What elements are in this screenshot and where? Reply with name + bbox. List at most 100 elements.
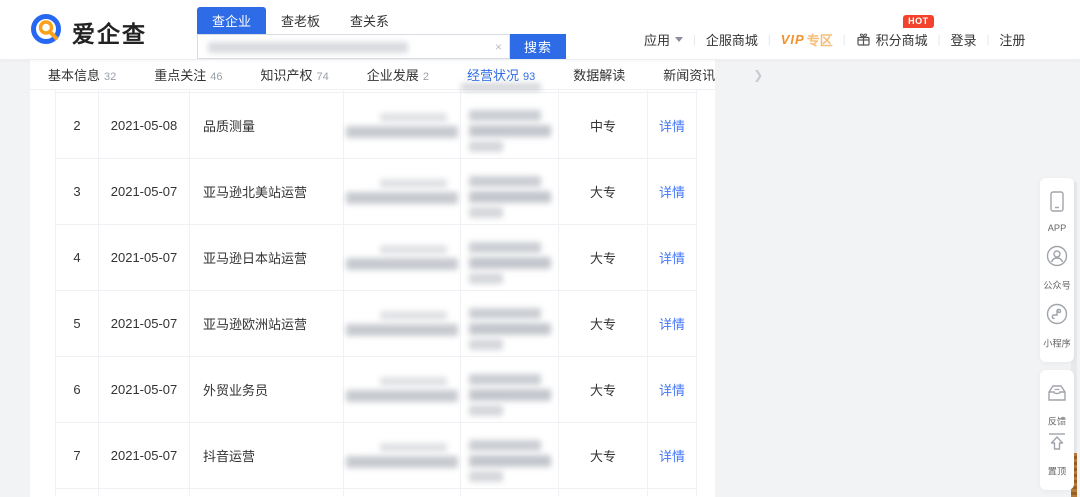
cell-redacted-salary — [343, 291, 460, 356]
search-input[interactable]: × — [197, 34, 510, 59]
cell-education: 大专 — [558, 159, 647, 224]
cell-redacted-info — [460, 423, 558, 488]
cell-redacted-salary — [343, 357, 460, 422]
redacted-search-text — [208, 42, 408, 53]
search-tab-boss[interactable]: 查老板 — [266, 7, 335, 34]
user-circle-icon — [1045, 244, 1069, 273]
cell-job-title: 亚马逊北美站运营 — [189, 159, 343, 224]
tab-company-development[interactable]: 企业发展 2 — [367, 65, 429, 84]
cell-index: 4 — [55, 225, 98, 290]
cell-index: 2 — [55, 93, 98, 158]
nav-login[interactable]: 登录 — [950, 30, 976, 49]
nav-separator: | — [693, 33, 696, 46]
hot-badge: HOT — [903, 15, 934, 28]
nav-points-mall[interactable]: 积分商城 HOT — [856, 15, 934, 49]
cell-job-title: 抖音运营 — [189, 423, 343, 488]
tab-key-focus[interactable]: 重点关注 46 — [154, 65, 222, 84]
sidebar-item-mini-program[interactable]: 小程序 — [1042, 302, 1072, 350]
table-row: 2 2021-05-08 品质测量 中专 详情 — [55, 93, 697, 159]
detail-link[interactable]: 详情 — [659, 314, 685, 333]
cell-job-title: 亚马逊欧洲站运营 — [189, 291, 343, 356]
phone-icon — [1046, 190, 1068, 219]
nav-separator: | — [986, 33, 990, 46]
search-button[interactable]: 搜索 — [510, 34, 566, 59]
nav-separator: | — [767, 33, 771, 46]
cell-redacted-info — [460, 357, 558, 422]
chevron-right-icon[interactable]: ❯ — [753, 68, 763, 82]
table-row: 4 2021-05-07 亚马逊日本站运营 大专 详情 — [55, 225, 697, 291]
gift-icon — [856, 32, 871, 47]
cell-index: 6 — [55, 357, 98, 422]
tab-data-interpretation[interactable]: 数据解读 — [573, 65, 625, 84]
cell-redacted-info — [460, 225, 558, 290]
cell-date: 2021-05-07 — [98, 357, 189, 422]
brand-name: 爱企查 — [72, 20, 147, 47]
floating-toolbar-bottom: 反馈 置顶 — [1040, 370, 1074, 490]
redacted-text — [461, 83, 541, 91]
cell-redacted-info — [460, 291, 558, 356]
sidebar-item-official-account[interactable]: 公众号 — [1042, 244, 1072, 292]
top-header: 爱企查 查企业 查老板 查关系 × 搜索 应用 | 企服商城 | VIP 专区 … — [0, 0, 1080, 60]
feedback-envelope-icon — [1045, 382, 1069, 409]
clear-icon[interactable]: × — [495, 40, 502, 54]
cell-job-title: 外贸业务员 — [189, 357, 343, 422]
search-module: 查企业 查老板 查关系 × 搜索 — [197, 7, 566, 59]
cell-date: 2021-05-07 — [98, 225, 189, 290]
table-row-clipped-bottom — [55, 489, 697, 496]
cell-education: 大专 — [558, 357, 647, 422]
mini-program-icon — [1045, 302, 1069, 331]
sidebar-item-app[interactable]: APP — [1046, 190, 1068, 234]
detail-link[interactable]: 详情 — [659, 248, 685, 267]
jobs-table: 2 2021-05-08 品质测量 中专 详情 3 2021-05-07 亚马逊… — [55, 83, 697, 496]
cell-redacted-salary — [343, 93, 460, 158]
nav-apps[interactable]: 应用 — [644, 30, 684, 49]
section-tab-bar: 基本信息 32 重点关注 46 知识产权 74 企业发展 2 经营状况 93 数据解读 新… — [30, 60, 763, 90]
content-panel: 基本信息 32 重点关注 46 知识产权 74 企业发展 2 经营状况 93 数据解读 新… — [30, 60, 763, 497]
table-row: 5 2021-05-07 亚马逊欧洲站运营 大专 详情 — [55, 291, 697, 357]
cell-education: 中专 — [558, 93, 647, 158]
tab-basic-info[interactable]: 基本信息 32 — [48, 65, 116, 84]
tab-news[interactable]: 新闻资讯 — [663, 65, 715, 84]
detail-link[interactable]: 详情 — [659, 182, 685, 201]
search-tabs: 查企业 查老板 查关系 — [197, 7, 566, 34]
nav-separator: | — [842, 33, 846, 46]
cell-redacted-salary — [343, 225, 460, 290]
aiqicha-logo-icon — [30, 12, 64, 51]
cell-education: 大专 — [558, 225, 647, 290]
nav-separator: | — [937, 33, 941, 46]
cell-education: 大专 — [558, 291, 647, 356]
cell-redacted-salary — [343, 159, 460, 224]
cell-index: 7 — [55, 423, 98, 488]
cell-job-title: 品质测量 — [189, 93, 343, 158]
tab-intellectual-property[interactable]: 知识产权 74 — [261, 65, 329, 84]
cell-redacted-info — [460, 159, 558, 224]
table-row: 7 2021-05-07 抖音运营 大专 详情 — [55, 423, 697, 489]
brand-logo[interactable]: 爱企查 — [30, 12, 147, 51]
floating-toolbar-top: APP 公众号 小程序 — [1040, 178, 1074, 362]
tab-operating-status[interactable]: 经营状况 93 — [467, 65, 535, 84]
back-to-top-icon-item[interactable]: 置顶 — [1045, 430, 1069, 478]
chevron-down-icon — [675, 37, 684, 42]
arrow-up-icon — [1045, 430, 1069, 459]
cell-job-title: 亚马逊日本站运营 — [189, 225, 343, 290]
cell-date: 2021-05-08 — [98, 93, 189, 158]
detail-link[interactable]: 详情 — [659, 380, 685, 399]
search-tab-relation[interactable]: 查关系 — [335, 7, 404, 34]
nav-register[interactable]: 注册 — [999, 30, 1025, 49]
nav-vip-zone[interactable]: VIP 专区 — [781, 30, 833, 49]
cell-redacted-info — [460, 93, 558, 158]
table-row: 3 2021-05-07 亚马逊北美站运营 大专 详情 — [55, 159, 697, 225]
cell-redacted-salary — [343, 423, 460, 488]
nav-service-mall[interactable]: 企服商城 — [706, 30, 758, 49]
cell-index: 5 — [55, 291, 98, 356]
sidebar-item-feedback[interactable]: 反馈 — [1045, 382, 1069, 428]
table-row: 6 2021-05-07 外贸业务员 大专 详情 — [55, 357, 697, 423]
cell-date: 2021-05-07 — [98, 291, 189, 356]
cell-date: 2021-05-07 — [98, 159, 189, 224]
search-tab-company[interactable]: 查企业 — [197, 7, 267, 34]
cell-date: 2021-05-07 — [98, 423, 189, 488]
cell-education: 大专 — [558, 423, 647, 488]
detail-link[interactable]: 详情 — [659, 116, 685, 135]
cell-index: 3 — [55, 159, 98, 224]
detail-link[interactable]: 详情 — [659, 446, 685, 465]
